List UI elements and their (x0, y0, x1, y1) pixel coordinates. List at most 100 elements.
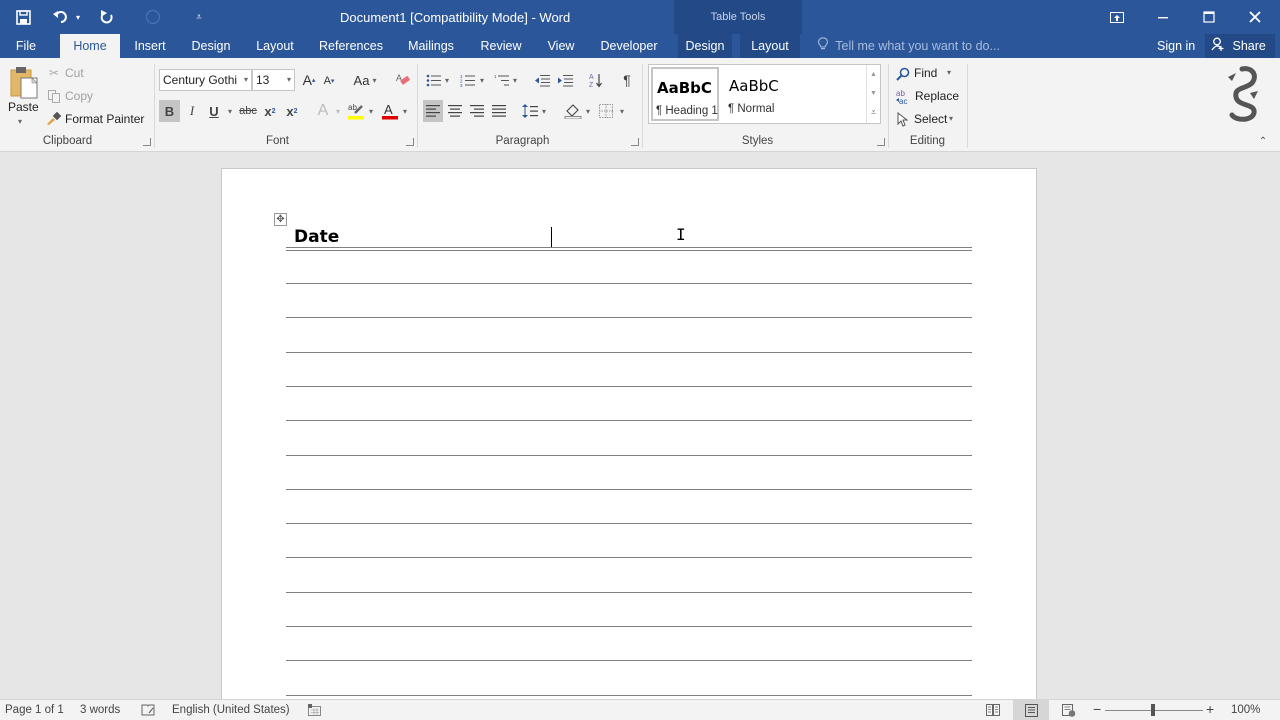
borders-dropdown-icon[interactable]: ▾ (618, 100, 626, 122)
line-spacing-icon[interactable] (520, 100, 540, 122)
replace-button[interactable]: Replace (915, 89, 959, 103)
zoom-slider-thumb[interactable] (1151, 704, 1155, 716)
multilevel-dropdown-icon[interactable]: ▾ (511, 70, 519, 90)
tab-home[interactable]: Home (60, 34, 120, 58)
scroll-down-icon[interactable]: ▼ (867, 84, 880, 103)
redo-icon[interactable] (92, 2, 122, 32)
clipboard-dialog-launcher[interactable] (143, 138, 151, 146)
style-normal[interactable]: AaBbC ¶ Normal (725, 67, 793, 121)
align-left-button[interactable] (423, 100, 443, 122)
style-heading-1[interactable]: AaBbC ¶ Heading 1 (651, 67, 719, 121)
close-icon[interactable] (1232, 0, 1278, 34)
format-painter-button[interactable]: Format Painter (65, 112, 144, 126)
bullets-dropdown-icon[interactable]: ▾ (443, 70, 451, 90)
word-count-status[interactable]: 3 words (80, 704, 120, 716)
tab-view[interactable]: View (540, 34, 582, 58)
zoom-out-button[interactable]: − (1093, 701, 1101, 717)
shading-dropdown-icon[interactable]: ▾ (584, 100, 592, 122)
italic-button[interactable]: I (183, 100, 201, 122)
tab-layout[interactable]: Layout (248, 34, 302, 58)
font-name-combo[interactable]: Century Gothi ▾ (159, 69, 252, 91)
align-center-button[interactable] (445, 100, 465, 122)
align-right-button[interactable] (467, 100, 487, 122)
tab-table-design[interactable]: Design (678, 34, 732, 58)
document-canvas[interactable]: ✥ Date I (0, 152, 1280, 699)
shrink-font-icon[interactable]: A ▾ (321, 72, 337, 90)
read-mode-button[interactable] (975, 700, 1011, 720)
cut-button[interactable]: Cut (65, 66, 84, 80)
strikethrough-button[interactable]: abc (237, 100, 259, 122)
numbering-icon[interactable]: 123 (458, 70, 476, 90)
text-effects-dropdown-icon[interactable]: ▾ (334, 100, 342, 122)
font-dialog-launcher[interactable] (406, 138, 414, 146)
paste-dropdown-icon[interactable]: ▾ (18, 117, 22, 126)
shading-icon[interactable] (562, 100, 584, 122)
scroll-up-icon[interactable]: ▲ (867, 65, 880, 84)
proofing-icon[interactable] (141, 704, 155, 719)
sort-icon[interactable]: AZ (587, 70, 605, 90)
print-layout-button[interactable] (1013, 700, 1049, 720)
copy-button[interactable]: Copy (65, 89, 93, 103)
superscript-button[interactable]: x2 (283, 100, 301, 122)
tab-table-layout[interactable]: Layout (740, 34, 800, 58)
underline-button[interactable]: U (205, 100, 223, 122)
multilevel-list-icon[interactable]: 1 (492, 70, 510, 90)
paragraph-dialog-launcher[interactable] (631, 138, 639, 146)
language-status[interactable]: English (United States) (172, 704, 290, 716)
page-count-status[interactable]: Page 1 of 1 (5, 704, 64, 716)
table-move-handle-icon[interactable]: ✥ (274, 213, 287, 226)
zoom-in-button[interactable]: + (1206, 701, 1214, 717)
zoom-level[interactable]: 100% (1231, 704, 1260, 716)
underline-dropdown-icon[interactable]: ▾ (226, 100, 234, 122)
undo-dropdown-icon[interactable]: ▾ (72, 2, 84, 32)
collapse-ribbon-icon[interactable]: ⌃ (1256, 134, 1270, 148)
tab-insert[interactable]: Insert (126, 34, 174, 58)
more-styles-icon[interactable]: ⩡ (867, 103, 880, 122)
bold-button[interactable]: B (159, 100, 180, 122)
font-color-dropdown-icon[interactable]: ▾ (401, 100, 409, 122)
bullets-icon[interactable] (424, 70, 442, 90)
touch-mode-icon[interactable] (138, 2, 168, 32)
tab-review[interactable]: Review (474, 34, 528, 58)
line-spacing-dropdown-icon[interactable]: ▾ (540, 100, 548, 122)
tab-design[interactable]: Design (184, 34, 238, 58)
paste-button[interactable]: Paste (8, 100, 39, 114)
text-effects-icon[interactable]: A (313, 100, 333, 122)
decrease-indent-icon[interactable] (533, 70, 551, 90)
find-dropdown-icon[interactable]: ▾ (947, 68, 951, 77)
web-layout-button[interactable] (1051, 700, 1087, 720)
minimize-icon[interactable] (1140, 0, 1186, 34)
undo-icon[interactable] (50, 2, 72, 32)
borders-icon[interactable] (596, 100, 616, 122)
macro-recording-icon[interactable] (308, 704, 321, 719)
find-button[interactable]: Find (914, 66, 937, 80)
grow-font-icon[interactable]: A ▴ (300, 70, 318, 90)
date-heading[interactable]: Date (294, 227, 339, 247)
font-size-combo[interactable]: 13 ▾ (252, 69, 295, 91)
sign-in-link[interactable]: Sign in (1157, 34, 1195, 58)
subscript-button[interactable]: x2 (261, 100, 279, 122)
ribbon-display-options-icon[interactable] (1094, 0, 1140, 34)
numbering-dropdown-icon[interactable]: ▾ (478, 70, 486, 90)
select-dropdown-icon[interactable]: ▾ (949, 114, 953, 123)
highlight-icon[interactable]: ab (346, 100, 366, 122)
show-formatting-marks-icon[interactable]: ¶ (618, 70, 636, 90)
change-case-button[interactable]: Aa ▾ (350, 70, 380, 90)
clear-formatting-icon[interactable]: A (393, 70, 413, 90)
tab-references[interactable]: References (314, 34, 388, 58)
select-button[interactable]: Select (914, 112, 947, 126)
highlight-dropdown-icon[interactable]: ▾ (367, 100, 375, 122)
tab-developer[interactable]: Developer (594, 34, 664, 58)
styles-scrollbar[interactable]: ▲ ▼ ⩡ (866, 65, 880, 123)
paste-icon[interactable] (8, 66, 40, 100)
share-button[interactable]: Share (1205, 34, 1275, 58)
tab-mailings[interactable]: Mailings (400, 34, 462, 58)
justify-button[interactable] (489, 100, 509, 122)
customize-qat-icon[interactable]: ⩡ (184, 2, 214, 32)
increase-indent-icon[interactable] (556, 70, 574, 90)
tell-me-input[interactable]: Tell me what you want to do... (818, 34, 1000, 58)
save-icon[interactable] (8, 2, 38, 32)
maximize-icon[interactable] (1186, 0, 1232, 34)
tab-file[interactable]: File (6, 34, 46, 58)
font-color-icon[interactable]: A (380, 100, 400, 122)
